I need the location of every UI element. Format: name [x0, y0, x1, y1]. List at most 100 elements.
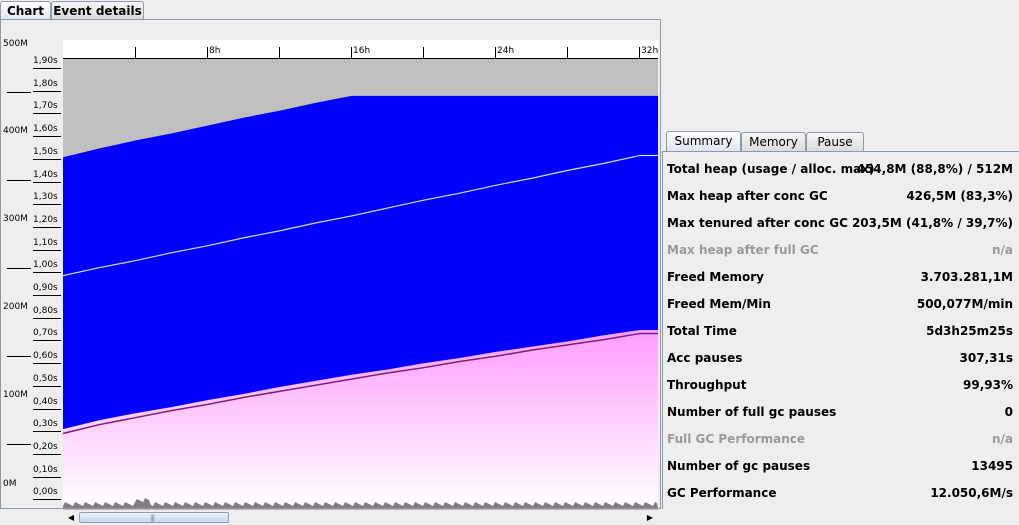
summary-label: Max tenured after conc GC	[667, 216, 848, 230]
summary-row: Max heap after full GC n/a	[667, 243, 1013, 259]
pause-tick	[33, 408, 61, 410]
pause-label: 1,90s	[33, 56, 58, 66]
summary-row: Throughput 99,93%	[667, 378, 1013, 394]
memory-tick	[7, 92, 31, 93]
time-label: 16h	[353, 46, 371, 56]
time-label: 8h	[209, 46, 221, 56]
summary-label: Acc pauses	[667, 351, 743, 365]
summary-label: Throughput	[667, 378, 747, 392]
pause-tick	[33, 363, 61, 365]
time-tick	[495, 47, 496, 58]
summary-row: GC Performance 12.050,6M/s	[667, 486, 1013, 502]
tab-label: Summary	[674, 134, 733, 148]
summary-value: 5d3h25m25s	[926, 324, 1013, 338]
memory-label: 0M	[3, 479, 17, 489]
scroll-right-icon[interactable]: ▶	[643, 511, 657, 524]
summary-label: Max heap after conc GC	[667, 189, 828, 203]
summary-label: Freed Memory	[667, 270, 764, 284]
summary-value: 454,8M (88,8%) / 512M	[856, 162, 1013, 176]
summary-row: Total Time 5d3h25m25s	[667, 324, 1013, 340]
time-tick	[351, 47, 352, 58]
pause-label: 1,40s	[33, 169, 58, 180]
tab-label: Pause	[817, 135, 853, 149]
pause-tick	[33, 431, 61, 433]
tab-event-details[interactable]: Event details	[51, 1, 144, 19]
time-tick	[423, 47, 424, 58]
time-label: 24h	[497, 46, 515, 56]
pause-tick	[33, 204, 61, 206]
pause-tick	[33, 499, 61, 501]
summary-row: Number of full gc pauses 0	[667, 405, 1013, 421]
summary-value: 307,31s	[959, 351, 1013, 365]
summary-value: n/a	[991, 432, 1013, 446]
summary-label: Freed Mem/Min	[667, 297, 771, 311]
memory-label: 200M	[3, 302, 28, 312]
summary-label: Total Time	[667, 324, 737, 338]
scroll-left-icon[interactable]: ◀	[64, 511, 78, 524]
horizontal-scrollbar[interactable]: ◀ ||| ▶	[63, 509, 658, 525]
pause-tick	[33, 272, 61, 274]
summary-row: Number of gc pauses 13495	[667, 459, 1013, 475]
tab-chart[interactable]: Chart	[0, 1, 51, 21]
summary-row: Max tenured after conc GC 203,5M (41,8% /…	[667, 216, 1013, 232]
tab-label: Memory	[749, 135, 798, 149]
memory-tick	[7, 268, 31, 269]
pause-tick	[33, 136, 61, 138]
pause-tick	[33, 317, 61, 319]
tab-pause[interactable]: Pause	[806, 132, 864, 151]
pause-tick	[33, 68, 61, 69]
pause-tick	[33, 113, 61, 115]
time-tick	[279, 47, 280, 58]
time-tick	[567, 47, 568, 58]
summary-value: 3.703.281,1M	[920, 270, 1013, 284]
memory-axis: 500M 400M 300M 200M 100M 0M	[1, 39, 31, 510]
summary-label: Max heap after full GC	[667, 243, 819, 257]
tab-summary[interactable]: Summary	[666, 131, 741, 152]
memory-label: 500M	[3, 39, 28, 49]
pause-tick	[33, 453, 61, 455]
summary-value: 12.050,6M/s	[930, 486, 1013, 500]
chart-panel: 500M 400M 300M 200M 100M 0M 1,90s 1,80s 1,…	[0, 19, 661, 525]
summary-value: 426,5M (83,3%)	[906, 189, 1013, 203]
scroll-thumb[interactable]: |||	[79, 512, 229, 523]
summary-row: Freed Mem/Min 500,077M/min	[667, 297, 1013, 313]
pause-label: 1,10s	[33, 237, 58, 248]
summary-value: n/a	[991, 243, 1013, 257]
pause-label: 0,30s	[33, 419, 58, 430]
pause-tick	[33, 181, 61, 183]
pause-label: 0,90s	[33, 283, 58, 293]
pause-tick	[33, 295, 61, 296]
pause-label: 1,70s	[33, 101, 58, 112]
tab-memory[interactable]: Memory	[741, 132, 806, 151]
gc-chart	[63, 59, 658, 508]
pause-label: 1,80s	[33, 78, 58, 89]
pause-tick	[33, 340, 61, 342]
summary-label: GC Performance	[667, 486, 777, 500]
memory-label: 100M	[3, 390, 28, 400]
pause-label: 0,20s	[33, 441, 58, 452]
summary-value: 0	[1004, 405, 1013, 419]
summary-value: 203,5M (41,8% / 39,7%)	[851, 216, 1013, 230]
time-tick	[207, 47, 208, 58]
time-label: 32h	[641, 46, 658, 56]
pause-label: 1,30s	[33, 192, 58, 203]
pause-tick	[33, 226, 61, 228]
pause-tick	[33, 385, 61, 387]
summary-row: Freed Memory 3.703.281,1M	[667, 270, 1013, 286]
pause-tick	[33, 90, 61, 92]
summary-value: 99,93%	[963, 378, 1013, 392]
pause-label: 0,10s	[33, 464, 58, 475]
summary-label: Number of gc pauses	[667, 459, 811, 473]
memory-label: 400M	[3, 126, 28, 136]
pause-label: 0,00s	[33, 487, 58, 498]
pause-label: 0,60s	[33, 351, 58, 362]
pause-label: 0,70s	[33, 328, 58, 339]
pause-label: 1,60s	[33, 124, 58, 135]
summary-table: Total heap (usage / alloc. max) 454,8M (8…	[662, 151, 1019, 509]
summary-row: Full GC Performance n/a	[667, 432, 1013, 448]
pause-label: 1,00s	[33, 260, 58, 271]
memory-tick	[7, 180, 31, 181]
time-tick	[639, 47, 640, 58]
time-tick	[135, 47, 136, 58]
pause-tick	[33, 158, 61, 160]
